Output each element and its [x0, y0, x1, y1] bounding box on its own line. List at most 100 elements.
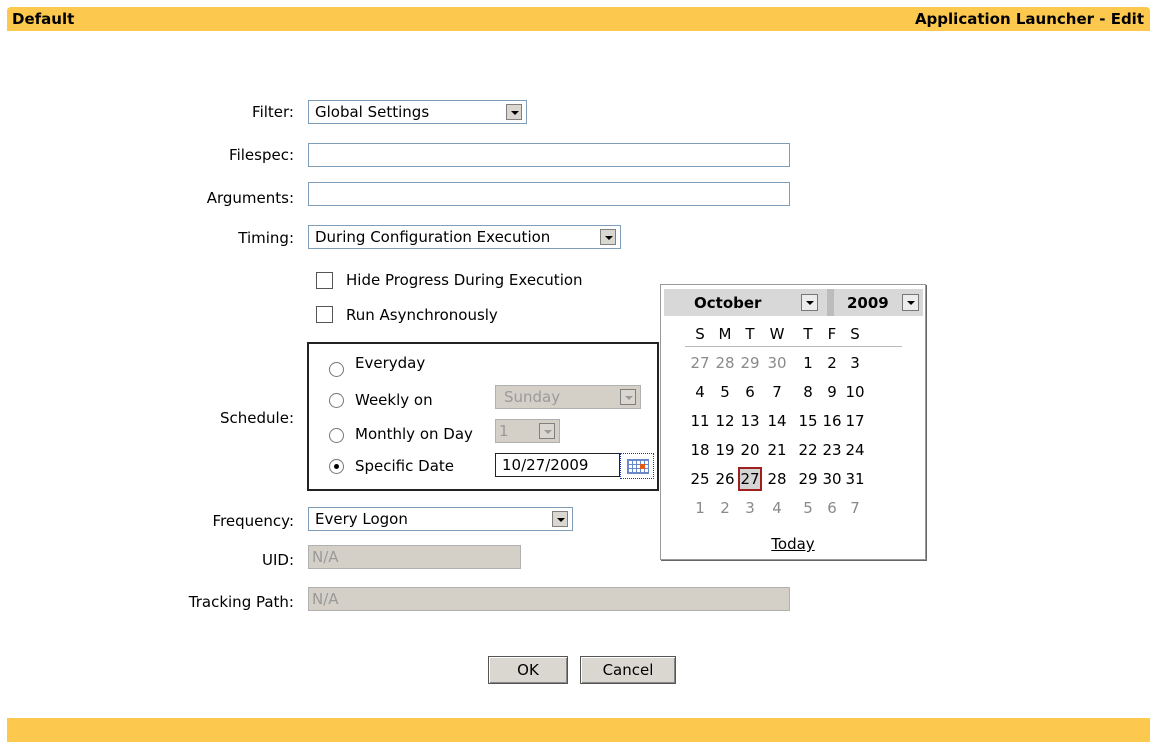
calendar-day-other-month[interactable]: 4: [765, 496, 789, 520]
weekly-day-select[interactable]: Sunday: [495, 385, 641, 409]
calendar-day-other-month[interactable]: 28: [713, 351, 737, 375]
calendar-day[interactable]: 23: [820, 438, 844, 462]
calendar-day[interactable]: 25: [688, 467, 712, 491]
calendar-day-other-month[interactable]: 7: [843, 496, 867, 520]
calendar-day[interactable]: 11: [688, 409, 712, 433]
uid-label: UID:: [261, 551, 294, 569]
calendar-day[interactable]: 7: [765, 380, 789, 404]
chevron-down-icon[interactable]: [552, 511, 568, 527]
filter-value: Global Settings: [315, 103, 430, 121]
monthly-day-select[interactable]: 1: [495, 419, 560, 443]
calendar-day[interactable]: 5: [713, 380, 737, 404]
calendar-day[interactable]: 8: [796, 380, 820, 404]
calendar-day[interactable]: 10: [843, 380, 867, 404]
calendar-day[interactable]: 2: [820, 351, 844, 375]
weekday-label: M: [718, 325, 732, 343]
chevron-down-icon[interactable]: [801, 294, 818, 311]
weekday-label: T: [745, 325, 755, 343]
weekly-radio[interactable]: [329, 393, 344, 408]
calendar-day[interactable]: 31: [843, 467, 867, 491]
frequency-label: Frequency:: [212, 512, 294, 530]
calendar-day[interactable]: 15: [796, 409, 820, 433]
calendar-grid-graphic: [627, 459, 649, 474]
page-title: Application Launcher - Edit: [914, 10, 1144, 28]
ok-button[interactable]: OK: [488, 656, 568, 684]
tracking-path-input[interactable]: N/A: [308, 587, 790, 611]
chevron-down-icon[interactable]: [620, 389, 636, 405]
weekday-label: T: [803, 325, 813, 343]
timing-value: During Configuration Execution: [315, 228, 551, 246]
calendar-day-other-month[interactable]: 1: [688, 496, 712, 520]
footer-bar: [7, 718, 1150, 742]
filespec-input[interactable]: [308, 143, 790, 167]
specific-date-label: Specific Date: [355, 457, 455, 475]
everyday-label: Everyday: [355, 354, 426, 372]
calendar-day-other-month[interactable]: 5: [796, 496, 820, 520]
monthly-label: Monthly on Day: [355, 425, 473, 443]
calendar-day[interactable]: 28: [765, 467, 789, 491]
run-async-checkbox[interactable]: [316, 306, 333, 323]
calendar-day[interactable]: 30: [820, 467, 844, 491]
calendar-day[interactable]: 26: [713, 467, 737, 491]
calendar-day[interactable]: 24: [843, 438, 867, 462]
calendar-day-other-month[interactable]: 27: [688, 351, 712, 375]
today-link[interactable]: Today: [661, 535, 925, 553]
filter-select[interactable]: Global Settings: [308, 100, 527, 124]
calendar-day[interactable]: 20: [738, 438, 762, 462]
everyday-radio[interactable]: [329, 362, 344, 377]
weekday-label: F: [827, 325, 837, 343]
calendar-day[interactable]: 9: [820, 380, 844, 404]
calendar-day-other-month[interactable]: 30: [765, 351, 789, 375]
weekday-divider: [685, 346, 902, 347]
schedule-label: Schedule:: [220, 409, 294, 427]
calendar-day[interactable]: 12: [713, 409, 737, 433]
calendar-day-other-month[interactable]: 6: [820, 496, 844, 520]
calendar-day[interactable]: 3: [843, 351, 867, 375]
specific-date-input[interactable]: 10/27/2009: [495, 453, 620, 477]
calendar-day[interactable]: 6: [738, 380, 762, 404]
calendar-day[interactable]: 21: [765, 438, 789, 462]
context-title: Default: [12, 10, 75, 28]
calendar-mark-graphic: [640, 464, 645, 469]
hide-progress-checkbox[interactable]: [316, 272, 333, 289]
calendar-day[interactable]: 18: [688, 438, 712, 462]
tracking-path-label: Tracking Path:: [188, 593, 294, 611]
chevron-down-icon[interactable]: [600, 229, 616, 245]
calendar-day[interactable]: 14: [765, 409, 789, 433]
chevron-down-icon[interactable]: [506, 104, 522, 120]
chevron-down-icon[interactable]: [902, 294, 919, 311]
run-async-label: Run Asynchronously: [346, 306, 498, 324]
calendar-day[interactable]: 17: [843, 409, 867, 433]
frequency-select[interactable]: Every Logon: [308, 507, 573, 531]
calendar-icon[interactable]: [620, 453, 654, 479]
arguments-input[interactable]: [308, 182, 790, 206]
calendar-day[interactable]: 22: [796, 438, 820, 462]
year-select[interactable]: 2009: [847, 294, 889, 312]
title-bar: Default Application Launcher - Edit: [7, 7, 1150, 31]
uid-input[interactable]: N/A: [308, 545, 521, 569]
calendar-day[interactable]: 16: [820, 409, 844, 433]
calendar-day[interactable]: 13: [738, 409, 762, 433]
chevron-down-icon[interactable]: [539, 423, 555, 439]
weekday-label: S: [850, 325, 860, 343]
calendar-day-other-month[interactable]: 29: [738, 351, 762, 375]
timing-select[interactable]: During Configuration Execution: [308, 225, 621, 249]
weekday-label: S: [695, 325, 705, 343]
cancel-button[interactable]: Cancel: [580, 656, 676, 684]
monthly-radio[interactable]: [329, 428, 344, 443]
calendar-day[interactable]: 27: [738, 467, 762, 491]
calendar-day-other-month[interactable]: 3: [738, 496, 762, 520]
calendar-day[interactable]: 29: [796, 467, 820, 491]
weekday-label: W: [769, 325, 785, 343]
filespec-label: Filespec:: [229, 146, 294, 164]
calendar-day[interactable]: 4: [688, 380, 712, 404]
month-select[interactable]: October: [694, 294, 761, 312]
frequency-value: Every Logon: [315, 510, 408, 528]
timing-label: Timing:: [238, 229, 294, 247]
arguments-label: Arguments:: [206, 189, 294, 207]
calendar-day[interactable]: 1: [796, 351, 820, 375]
calendar-day[interactable]: 19: [713, 438, 737, 462]
hide-progress-label: Hide Progress During Execution: [346, 271, 583, 289]
specific-date-radio[interactable]: [329, 459, 344, 474]
calendar-day-other-month[interactable]: 2: [713, 496, 737, 520]
